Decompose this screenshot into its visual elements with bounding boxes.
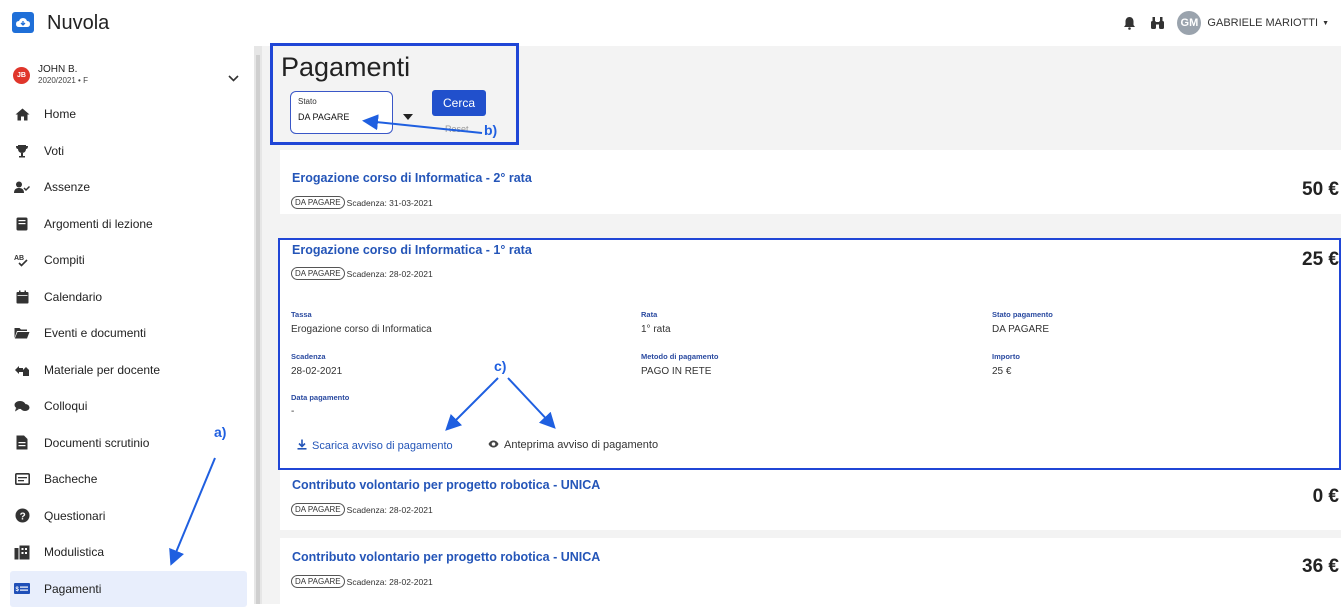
document-icon xyxy=(14,435,30,451)
chevron-down-icon[interactable] xyxy=(228,69,239,87)
calendar-icon xyxy=(14,289,30,305)
annotation-label-a: a) xyxy=(214,424,226,440)
annotation-box-c xyxy=(278,238,1341,470)
sidebar-item-questionari[interactable]: ? Questionari xyxy=(10,498,247,535)
sidebar-item-label: Colloqui xyxy=(44,399,87,413)
sidebar-item-label: Documenti scrutinio xyxy=(44,436,149,450)
status-badge: DA PAGARE xyxy=(291,575,345,588)
trophy-icon xyxy=(14,143,30,159)
sidebar-item-bacheche[interactable]: Bacheche xyxy=(10,461,247,498)
sidebar-item-label: Compiti xyxy=(44,253,85,267)
payment-title[interactable]: Contributo volontario per progetto robot… xyxy=(292,550,600,564)
bell-icon[interactable] xyxy=(1121,15,1137,31)
payment-amount: 36 € xyxy=(1302,556,1339,578)
annotation-label-b: b) xyxy=(484,122,497,138)
sidebar-item-compiti[interactable]: AB Compiti xyxy=(10,242,247,279)
search-button[interactable]: Cerca xyxy=(432,90,486,116)
reset-button[interactable]: Reset xyxy=(445,124,469,134)
sidebar-item-materiale[interactable]: Materiale per docente xyxy=(10,352,247,389)
payment-card[interactable]: Contributo volontario per progetto robot… xyxy=(280,470,1341,530)
home-icon xyxy=(14,106,30,122)
sidebar-item-home[interactable]: Home xyxy=(10,96,247,133)
payment-amount: 50 € xyxy=(1302,179,1339,201)
payment-icon: $ xyxy=(14,581,30,597)
book-icon xyxy=(14,216,30,232)
sidebar-item-assenze[interactable]: Assenze xyxy=(10,169,247,206)
payment-card[interactable]: Contributo volontario per progetto robot… xyxy=(280,538,1341,604)
sidebar-item-label: Eventi e documenti xyxy=(44,326,146,340)
sidebar-item-eventi[interactable]: Eventi e documenti xyxy=(10,315,247,352)
payment-due: DA PAGARE Scadenza: 28-02-2021 xyxy=(291,575,433,588)
payment-title[interactable]: Erogazione corso di Informatica - 2° rat… xyxy=(292,171,532,185)
user-name-label: GABRIELE MARIOTTI xyxy=(1207,17,1318,29)
board-icon xyxy=(14,471,30,487)
app-title: Nuvola xyxy=(47,12,109,35)
sidebar-item-calendario[interactable]: Calendario xyxy=(10,279,247,316)
sidebar-item-label: Calendario xyxy=(44,290,102,304)
status-select-label: Stato xyxy=(298,97,317,106)
payment-due: DA PAGARE Scadenza: 31-03-2021 xyxy=(291,196,433,209)
caret-down-icon[interactable] xyxy=(403,114,413,120)
status-badge: DA PAGARE xyxy=(291,503,345,516)
sidebar-scrollbar[interactable] xyxy=(256,55,260,604)
person-check-icon xyxy=(14,179,30,195)
sidebar-item-voti[interactable]: Voti xyxy=(10,133,247,170)
nuvola-logo-icon[interactable] xyxy=(12,12,34,33)
user-menu[interactable]: GABRIELE MARIOTTI ▼ xyxy=(1207,17,1329,29)
sidebar-item-label: Pagamenti xyxy=(44,582,101,596)
due-date: Scadenza: 31-03-2021 xyxy=(347,198,433,208)
spellcheck-icon: AB xyxy=(14,252,30,268)
due-date: Scadenza: 28-02-2021 xyxy=(347,505,433,515)
status-badge: DA PAGARE xyxy=(291,196,345,209)
student-selector[interactable]: JB JOHN B. 2020/2021 • F xyxy=(13,64,88,86)
sidebar-item-label: Questionari xyxy=(44,509,105,523)
sidebar-item-label: Voti xyxy=(44,144,64,158)
status-select[interactable]: Stato DA PAGARE xyxy=(290,91,393,134)
sidebar-item-documenti[interactable]: Documenti scrutinio xyxy=(10,425,247,462)
sidebar-item-label: Materiale per docente xyxy=(44,363,160,377)
sidebar-item-label: Argomenti di lezione xyxy=(44,217,153,231)
sidebar-item-modulistica[interactable]: Modulistica xyxy=(10,534,247,571)
student-year: 2020/2021 • F xyxy=(38,75,88,86)
student-avatar: JB xyxy=(13,67,30,84)
chat-icon xyxy=(14,398,30,414)
annotation-label-c: c) xyxy=(494,358,506,374)
status-select-value: DA PAGARE xyxy=(298,112,349,122)
top-bar: Nuvola GM GABRIELE MARIOTTI ▼ xyxy=(0,0,1341,46)
svg-text:?: ? xyxy=(19,512,25,523)
payment-amount: 0 € xyxy=(1313,486,1339,508)
forms-icon xyxy=(14,544,30,560)
page-title: Pagamenti xyxy=(281,52,410,83)
binoculars-icon[interactable] xyxy=(1149,15,1165,31)
student-name: JOHN B. xyxy=(38,64,88,75)
user-avatar[interactable]: GM xyxy=(1177,11,1201,35)
help-icon: ? xyxy=(14,508,30,524)
share-icon xyxy=(14,362,30,378)
caret-down-icon: ▼ xyxy=(1322,20,1329,27)
due-date: Scadenza: 28-02-2021 xyxy=(347,577,433,587)
payment-card[interactable]: Erogazione corso di Informatica - 2° rat… xyxy=(280,150,1341,214)
payment-due: DA PAGARE Scadenza: 28-02-2021 xyxy=(291,503,433,516)
sidebar-item-argomenti[interactable]: Argomenti di lezione xyxy=(10,206,247,243)
svg-text:AB: AB xyxy=(14,255,24,262)
sidebar: JB JOHN B. 2020/2021 • F Home Voti Assen… xyxy=(0,46,254,604)
sidebar-item-label: Home xyxy=(44,107,76,121)
sidebar-item-label: Assenze xyxy=(44,180,90,194)
sidebar-item-label: Bacheche xyxy=(44,472,97,486)
sidebar-item-pagamenti[interactable]: $ Pagamenti xyxy=(10,571,247,607)
sidebar-item-colloqui[interactable]: Colloqui xyxy=(10,388,247,425)
sidebar-item-label: Modulistica xyxy=(44,545,104,559)
folder-open-icon xyxy=(14,325,30,341)
sidebar-nav: Home Voti Assenze Argomenti di lezione A… xyxy=(10,96,247,607)
payment-title[interactable]: Contributo volontario per progetto robot… xyxy=(292,478,600,492)
